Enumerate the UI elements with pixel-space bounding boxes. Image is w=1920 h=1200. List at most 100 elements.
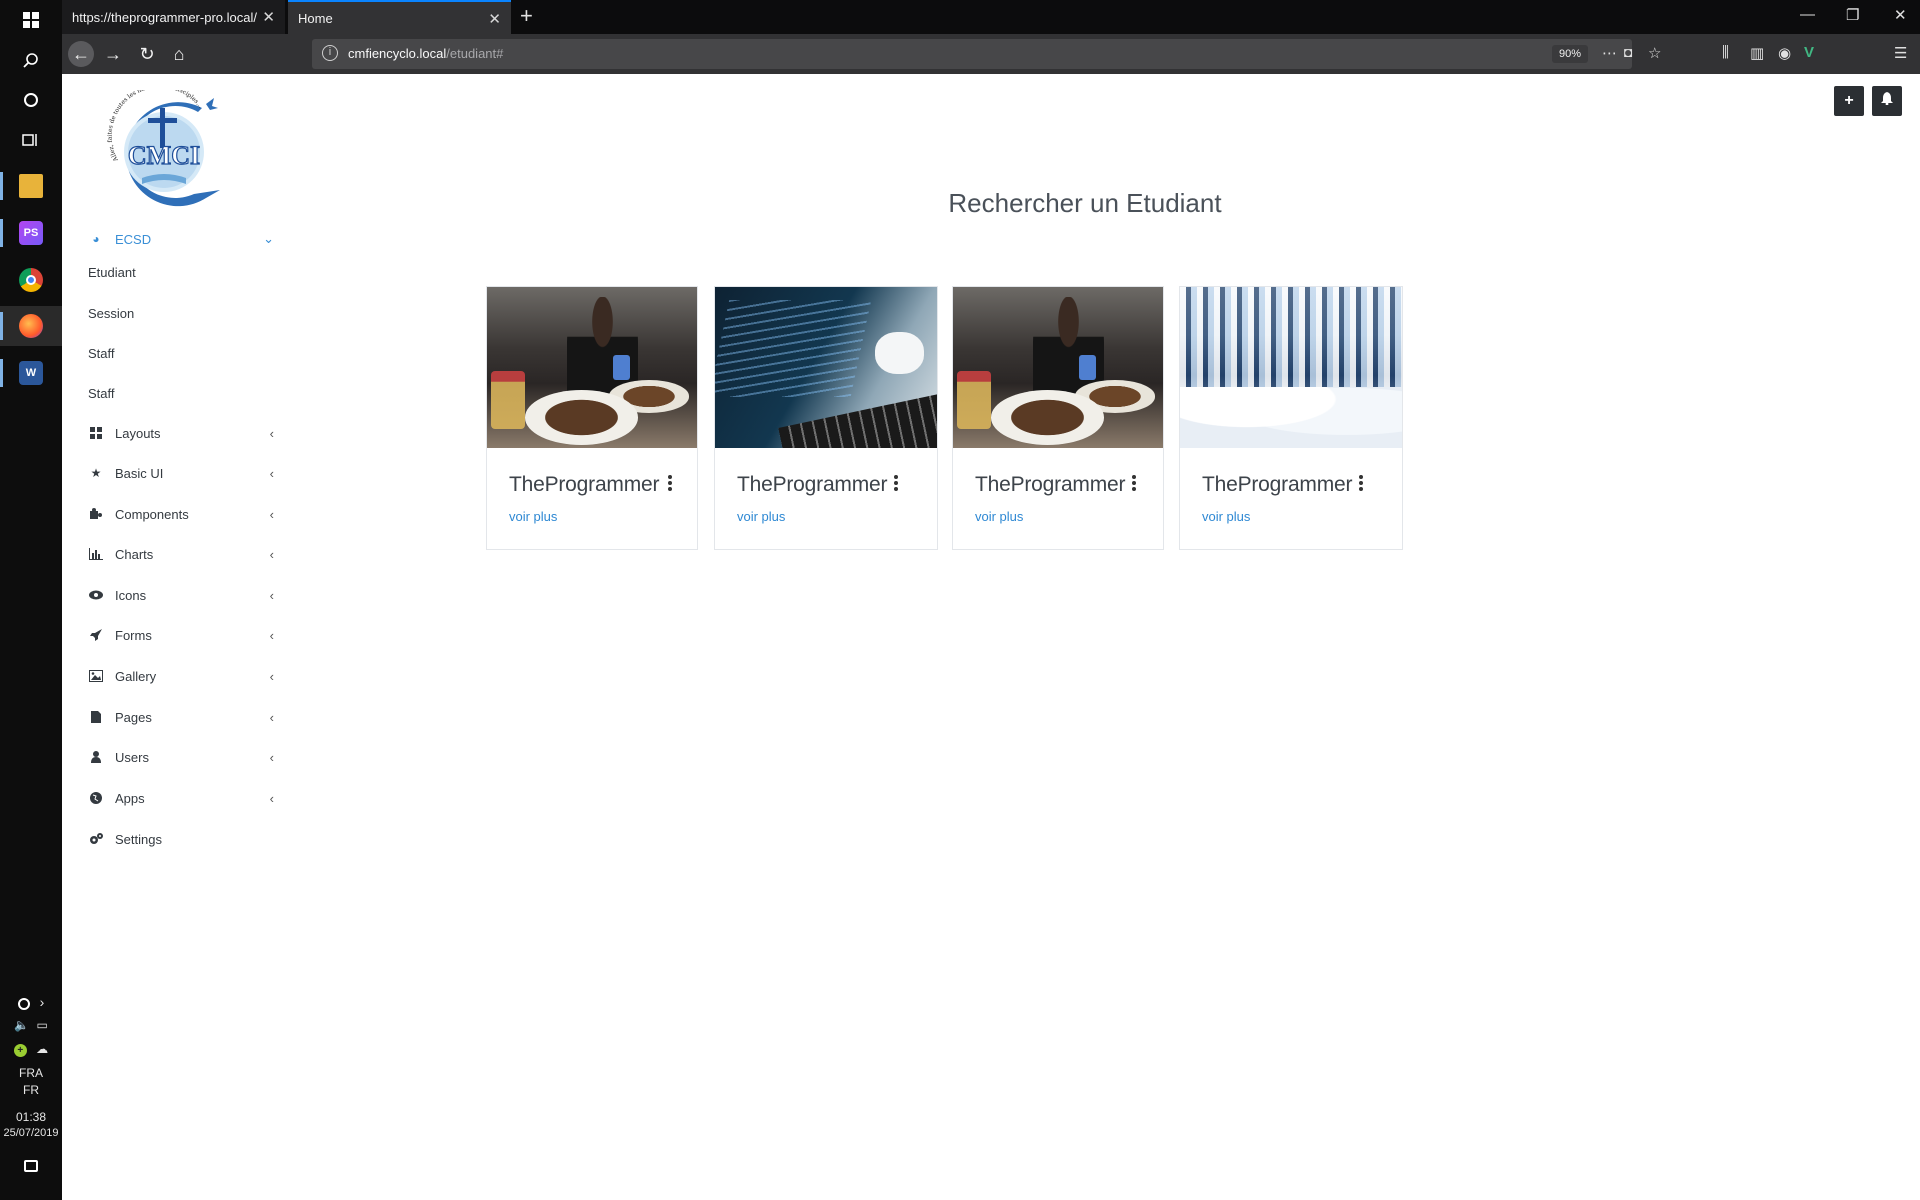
browser-tab-bar: https://theprogrammer-pro.local/ ✕ Home … (62, 0, 1920, 34)
chrome-icon[interactable] (0, 260, 62, 300)
chevron-left-icon: ‹ (269, 790, 274, 806)
word-icon[interactable]: W (0, 353, 62, 393)
sidebar-item-label: Pages (115, 709, 152, 725)
close-icon[interactable]: ✕ (488, 10, 501, 28)
page: CMCI Allez, faites de toutes les nations… (62, 74, 1920, 1200)
window-close-icon[interactable]: ✕ (1894, 6, 1907, 24)
chevron-left-icon: ‹ (269, 465, 274, 481)
sidebar-item-basic-ui[interactable]: ★ Basic UI ‹ (88, 458, 274, 488)
display-icon[interactable]: ▭ (36, 1018, 47, 1032)
notifications-button[interactable] (1872, 86, 1902, 116)
voir-plus-link[interactable]: voir plus (1202, 509, 1250, 524)
tray-row-1: › (0, 994, 62, 1010)
volume-icon[interactable]: 🔈 (14, 1018, 29, 1032)
clock[interactable]: 01:38 25/07/2019 (0, 1110, 62, 1139)
notifications-icon[interactable] (0, 1160, 62, 1175)
home-icon[interactable]: ⌂ (166, 41, 192, 67)
account-icon[interactable]: ◉ (1778, 44, 1791, 62)
task-view-icon[interactable] (0, 120, 62, 160)
student-card[interactable]: TheProgrammer voir plus (1179, 286, 1403, 550)
sidebar-item-settings[interactable]: Settings (88, 824, 274, 854)
dashboard-gauge-icon: ◕ (92, 232, 100, 246)
chevron-left-icon: ‹ (269, 506, 274, 522)
card-image-laptop-code[interactable] (715, 287, 937, 448)
voir-plus-link[interactable]: voir plus (509, 509, 557, 524)
cortana-icon[interactable] (0, 80, 62, 120)
search-icon[interactable] (0, 40, 62, 80)
close-icon[interactable]: ✕ (262, 8, 275, 26)
shield-plus-icon[interactable]: + (13, 1044, 27, 1057)
info-icon[interactable]: i (322, 45, 338, 61)
student-card[interactable]: TheProgrammer voir plus (952, 286, 1164, 550)
url-text[interactable]: cmfiencyclo.local/etudiant# (348, 46, 503, 61)
windows-start-icon[interactable] (0, 0, 62, 40)
sidebar-item-label: Components (115, 506, 189, 522)
sidebar-toggle-icon[interactable]: ▥ (1750, 44, 1764, 62)
more-vertical-icon[interactable] (667, 475, 673, 491)
eye-icon (88, 587, 104, 603)
tray-row-2: 🔈 ▭ (0, 1018, 62, 1032)
back-arrow-icon[interactable]: ← (68, 41, 94, 67)
sidebar-subitem-staff-2[interactable]: Staff (88, 378, 115, 408)
voir-plus-link[interactable]: voir plus (975, 509, 1023, 524)
card-image-person-with-food[interactable] (953, 287, 1163, 448)
sidebar-item-pages[interactable]: Pages ‹ (88, 702, 274, 732)
minimize-icon[interactable]: — (1800, 6, 1815, 23)
sidebar-item-label: Settings (115, 831, 162, 847)
library-icon[interactable]: ⫼ (1722, 44, 1729, 61)
language-indicator[interactable]: FRA FR (0, 1066, 62, 1097)
sidebar-item-label: Layouts (115, 425, 161, 441)
sidebar-item-components[interactable]: Components ‹ (88, 499, 274, 529)
th-large-icon (88, 425, 104, 441)
card-image-frozen-waterfall[interactable] (1180, 287, 1402, 448)
more-vertical-icon[interactable] (1358, 475, 1364, 491)
bookmark-star-icon[interactable]: ☆ (1648, 44, 1661, 62)
sidebar-item-label: Forms (115, 627, 152, 643)
file-explorer-icon[interactable] (0, 166, 62, 206)
tab-theprogrammer[interactable]: https://theprogrammer-pro.local/ ✕ (62, 0, 285, 34)
student-card[interactable]: TheProgrammer voir plus (486, 286, 698, 550)
sidebar-subitem-session[interactable]: Session (88, 298, 134, 328)
chevron-left-icon: ‹ (269, 587, 274, 603)
sidebar-item-forms[interactable]: Forms ‹ (88, 620, 274, 650)
vue-devtools-icon[interactable]: V (1804, 44, 1814, 61)
page-actions-ellipsis-icon[interactable]: ⋯ (1602, 44, 1617, 62)
windows-taskbar: PS W › 🔈 ▭ + ☁ FRA FR 01:38 25/07/2019 (0, 0, 62, 1200)
zoom-level[interactable]: 90% (1552, 45, 1588, 63)
globe-icon (88, 790, 104, 806)
sidebar-item-apps[interactable]: Apps ‹ (88, 783, 274, 813)
sidebar-item-label: Gallery (115, 668, 157, 684)
cloud-icon[interactable]: ☁ (36, 1042, 48, 1056)
reload-icon[interactable]: ↻ (134, 41, 160, 67)
sidebar-item-gallery[interactable]: Gallery ‹ (88, 661, 274, 691)
more-vertical-icon[interactable] (893, 475, 899, 491)
network-indicator-icon[interactable] (17, 997, 30, 1010)
phpstorm-icon[interactable]: PS (0, 213, 62, 253)
more-vertical-icon[interactable] (1131, 475, 1137, 491)
voir-plus-link[interactable]: voir plus (737, 509, 785, 524)
forward-arrow-icon[interactable]: → (100, 41, 126, 67)
student-card[interactable]: TheProgrammer voir plus (714, 286, 938, 550)
sidebar-item-users[interactable]: Users ‹ (88, 742, 274, 772)
pocket-icon[interactable]: ◘ (1624, 44, 1632, 60)
bar-chart-icon (88, 546, 104, 562)
sidebar-item-icons[interactable]: Icons ‹ (88, 580, 274, 610)
add-plus-button[interactable]: + (1834, 86, 1864, 116)
restore-icon[interactable]: ❐ (1846, 6, 1859, 24)
cogs-icon (88, 831, 104, 847)
sidebar-item-label: Icons (115, 587, 147, 603)
sidebar-subitem-etudiant[interactable]: Etudiant (88, 257, 136, 287)
sidebar-item-charts[interactable]: Charts ‹ (88, 539, 274, 569)
sidebar-item-ecsd[interactable]: ◕ ECSD ⌄ (88, 224, 274, 254)
card-image-person-with-food[interactable] (487, 287, 697, 448)
star-icon: ★ (90, 466, 102, 480)
sidebar-subitem-staff[interactable]: Staff (88, 338, 115, 368)
hamburger-menu-icon[interactable]: ☰ (1894, 44, 1907, 62)
new-tab-plus-icon[interactable]: + (520, 3, 533, 29)
sidebar-item-layouts[interactable]: Layouts ‹ (88, 418, 274, 448)
chevron-right-icon[interactable]: › (40, 994, 45, 1010)
url-bar[interactable]: i cmfiencyclo.local/etudiant# 90% ⋯ ◘ ☆ (312, 39, 1661, 69)
tab-home[interactable]: Home ✕ (288, 0, 511, 34)
firefox-icon[interactable] (0, 306, 62, 346)
sidebar-item-label: Users (115, 749, 149, 765)
